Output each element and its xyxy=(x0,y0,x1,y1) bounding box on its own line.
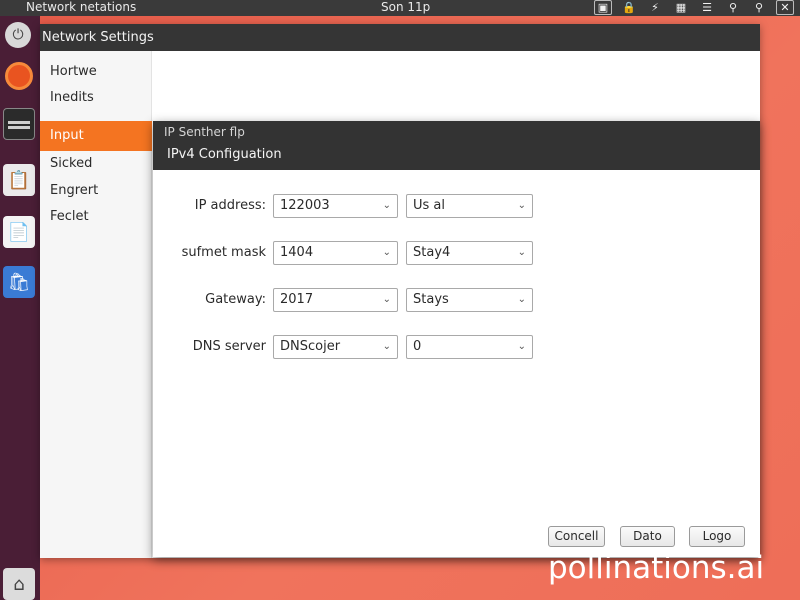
sidebar-item-input[interactable]: Input xyxy=(40,121,152,151)
gateway-combo[interactable]: 2017 ⌄ xyxy=(273,288,398,312)
ip-address-label: IP address: xyxy=(194,198,266,213)
chevron-down-icon: ⌄ xyxy=(517,200,526,211)
dns-server-option-combo[interactable]: 0 ⌄ xyxy=(406,335,533,359)
dns-server-option-value: 0 xyxy=(413,339,422,354)
menu-icon[interactable]: ☰ xyxy=(698,0,716,15)
chevron-down-icon: ⌄ xyxy=(517,341,526,352)
bolt-icon[interactable]: ⚡ xyxy=(646,0,664,15)
dash-icon[interactable]: ⏻ xyxy=(5,22,31,48)
launcher: ⏻ 📋 📄 🛍 ⌂ xyxy=(0,16,40,600)
home-icon[interactable]: ⌂ xyxy=(3,568,35,600)
chevron-down-icon: ⌄ xyxy=(382,294,391,305)
window-title: Network Settings xyxy=(40,24,760,51)
data-button[interactable]: Dato xyxy=(620,526,675,547)
cancel-button[interactable]: Concell xyxy=(548,526,605,547)
subnet-mask-label: sufmet mask xyxy=(181,245,266,260)
subnet-mask-value: 1404 xyxy=(280,245,314,260)
dialog-subtitle: IP Senther flp xyxy=(164,125,245,139)
search-icon[interactable]: ⚲ xyxy=(750,0,768,15)
gateway-label: Gateway: xyxy=(205,292,266,307)
chevron-down-icon: ⌄ xyxy=(517,247,526,258)
dialog-title: IPv4 Configuation xyxy=(167,147,282,162)
chevron-down-icon: ⌄ xyxy=(382,341,391,352)
sidebar-item-sicked[interactable]: Sicked xyxy=(40,151,152,177)
ip-address-value: 122003 xyxy=(280,198,330,213)
ip-address-option-combo[interactable]: Us al ⌄ xyxy=(406,194,533,218)
search-icon[interactable]: ⚲ xyxy=(724,0,742,15)
subnet-mask-option-combo[interactable]: Stay4 ⌄ xyxy=(406,241,533,265)
active-app-title: Network netations xyxy=(26,0,137,14)
gateway-option-combo[interactable]: Stays ⌄ xyxy=(406,288,533,312)
sidebar: Hortwe Inedits Input Sicked Engrert Fecl… xyxy=(40,51,152,558)
chevron-down-icon: ⌄ xyxy=(382,247,391,258)
grid-icon[interactable]: ▦ xyxy=(672,0,690,15)
subnet-mask-option-value: Stay4 xyxy=(413,245,451,260)
app-store-icon[interactable]: 🛍 xyxy=(3,266,35,298)
subnet-mask-combo[interactable]: 1404 ⌄ xyxy=(273,241,398,265)
gateway-option-value: Stays xyxy=(413,292,449,307)
terminal-icon[interactable] xyxy=(3,108,35,140)
document-icon[interactable]: 📄 xyxy=(3,216,35,248)
dns-server-label: DNS server xyxy=(192,339,266,354)
close-icon[interactable]: ✕ xyxy=(776,0,794,15)
watermark: pollinations.ai xyxy=(548,550,765,586)
dialog-header: IP Senther flp IPv4 Configuation xyxy=(153,121,760,170)
lock-icon[interactable]: 🔒 xyxy=(620,0,638,15)
system-tray: ▣ 🔒 ⚡ ▦ ☰ ⚲ ⚲ ✕ xyxy=(594,0,794,16)
ipv4-config-dialog: IP Senther flp IPv4 Configuation IP addr… xyxy=(153,121,760,557)
sidebar-item-feclet[interactable]: Feclet xyxy=(40,204,152,230)
clock[interactable]: Son 11p xyxy=(381,0,430,14)
chevron-down-icon: ⌄ xyxy=(382,200,391,211)
dns-server-combo[interactable]: DNScojer ⌄ xyxy=(273,335,398,359)
dns-server-value: DNScojer xyxy=(280,339,341,354)
top-panel: Network netations Son 11p ▣ 🔒 ⚡ ▦ ☰ ⚲ ⚲ … xyxy=(0,0,800,16)
gateway-value: 2017 xyxy=(280,292,314,307)
ubuntu-icon[interactable] xyxy=(3,60,35,92)
system-monitor-icon[interactable]: 📋 xyxy=(3,164,35,196)
sidebar-item-engrert[interactable]: Engrert xyxy=(40,178,152,204)
sidebar-item-hortwe[interactable]: Hortwe xyxy=(40,59,152,85)
chevron-down-icon: ⌄ xyxy=(517,294,526,305)
sidebar-item-inedits[interactable]: Inedits xyxy=(40,85,152,111)
ip-address-combo[interactable]: 122003 ⌄ xyxy=(273,194,398,218)
ip-address-option-value: Us al xyxy=(413,198,445,213)
logo-button[interactable]: Logo xyxy=(689,526,745,547)
display-icon[interactable]: ▣ xyxy=(594,0,612,15)
